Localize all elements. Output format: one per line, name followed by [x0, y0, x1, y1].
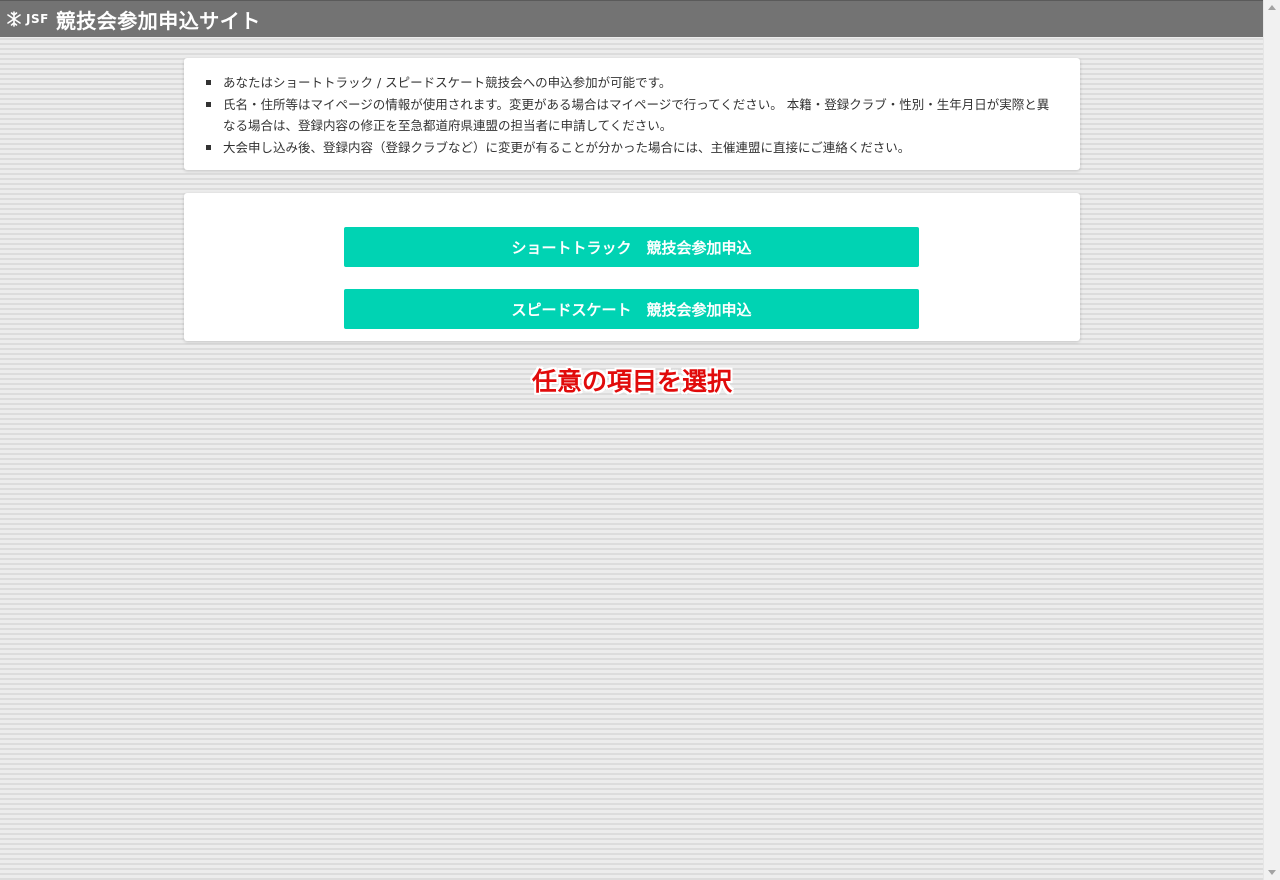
scroll-down-arrow-icon[interactable]: [1268, 870, 1276, 875]
scroll-up-arrow-icon[interactable]: [1268, 5, 1276, 10]
site-title: 競技会参加申込サイト: [55, 8, 261, 33]
short-track-entry-button[interactable]: ショートトラック 競技会参加申込: [344, 227, 919, 267]
info-item-personal-info: 氏名・住所等はマイページの情報が使用されます。変更がある場合はマイページで行って…: [206, 94, 1060, 136]
info-card: あなたはショートトラック / スピードスケート競技会への申込参加が可能です。 氏…: [184, 58, 1080, 170]
info-list: あなたはショートトラック / スピードスケート競技会への申込参加が可能です。 氏…: [206, 72, 1060, 158]
entry-button-card: ショートトラック 競技会参加申込 スピードスケート 競技会参加申込: [184, 193, 1080, 341]
snowflake-icon: [5, 10, 23, 28]
logo-text: JSF: [26, 12, 49, 26]
site-header: JSF 競技会参加申込サイト: [0, 0, 1263, 37]
info-item-eligibility: あなたはショートトラック / スピードスケート競技会への申込参加が可能です。: [206, 72, 1060, 93]
selection-annotation: 任意の項目を選択: [531, 367, 732, 396]
speed-skate-entry-button[interactable]: スピードスケート 競技会参加申込: [344, 289, 919, 329]
vertical-scrollbar[interactable]: [1263, 0, 1280, 880]
jsf-logo[interactable]: JSF: [5, 1, 49, 38]
info-item-changes-contact: 大会申し込み後、登録内容（登録クラブなど）に変更が有ることが分かった場合には、主…: [206, 137, 1060, 158]
